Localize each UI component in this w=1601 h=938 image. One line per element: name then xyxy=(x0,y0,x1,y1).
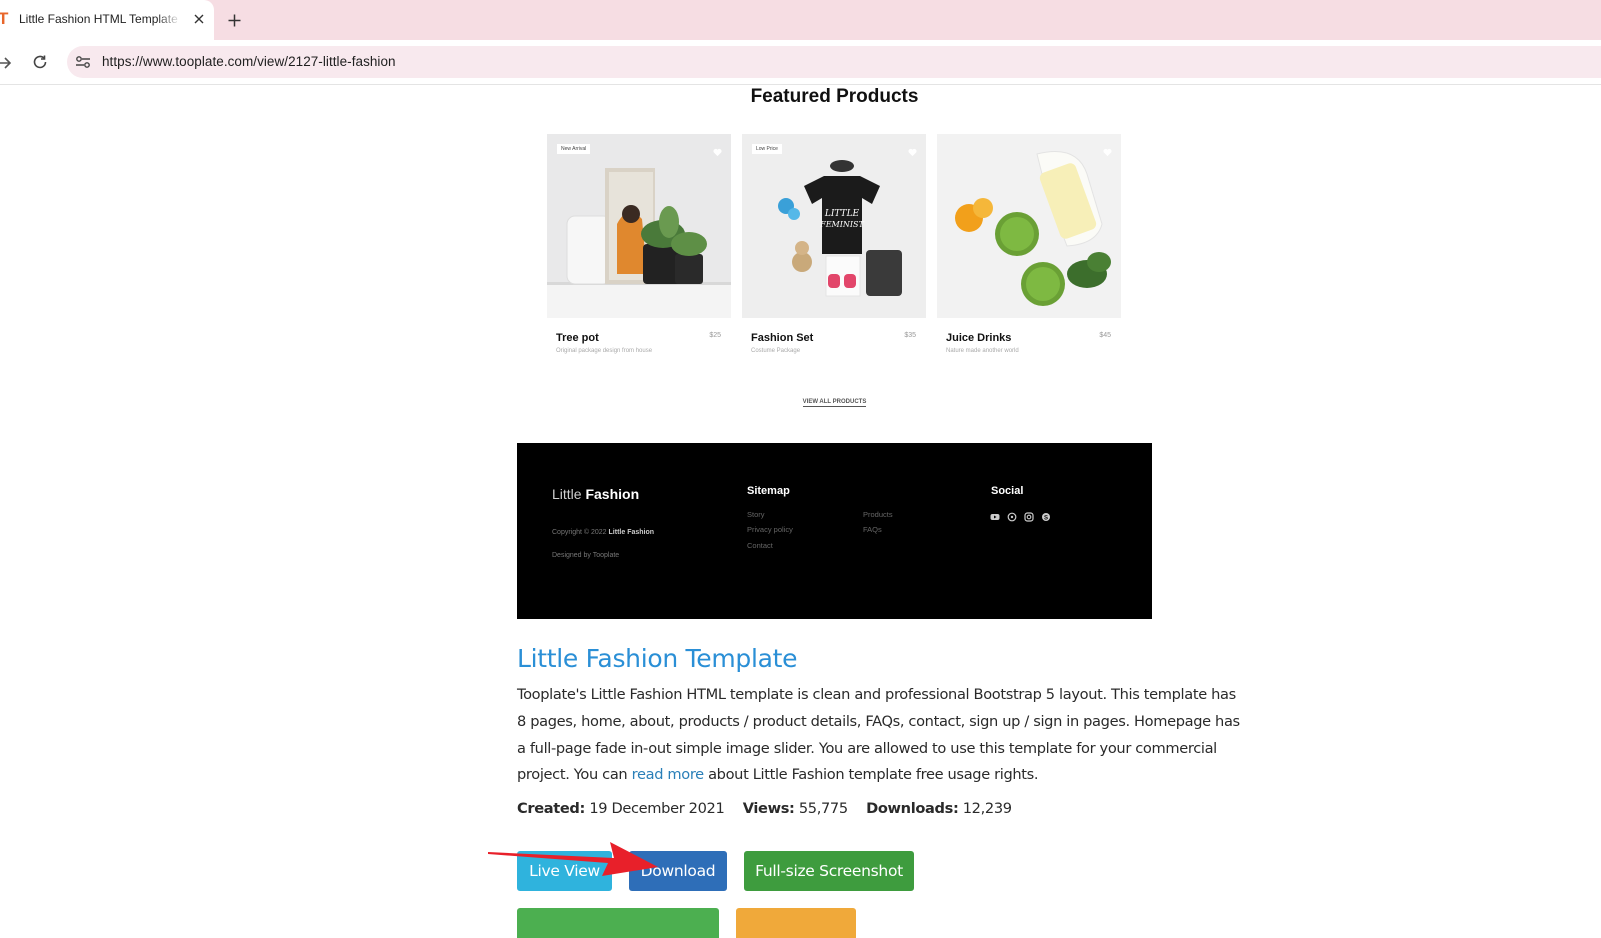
footer-link-story[interactable]: Story xyxy=(747,510,765,519)
product-image-juice-drinks[interactable] xyxy=(937,134,1121,318)
product-price: $35 xyxy=(904,332,916,339)
product-name[interactable]: Fashion Set xyxy=(751,332,813,344)
footer-copyright-text: Copyright © 2022 xyxy=(552,529,607,536)
forward-arrow-icon[interactable] xyxy=(0,53,14,73)
svg-text:S: S xyxy=(1044,515,1048,521)
footer-copyright-brand: Little Fashion xyxy=(608,529,655,536)
footer-designed-by: Designed by Tooplate xyxy=(552,552,620,559)
heart-icon[interactable] xyxy=(713,144,722,157)
stat-downloads: Downloads: 12,239 xyxy=(866,800,1012,817)
stat-downloads-label: Downloads: xyxy=(866,800,959,817)
view-all-products-link[interactable]: VIEW ALL PRODUCTS xyxy=(517,390,1152,408)
heart-icon[interactable] xyxy=(1103,144,1112,157)
stat-downloads-value: 12,239 xyxy=(962,800,1012,817)
reload-icon[interactable] xyxy=(30,52,50,72)
svg-text:LITTLE: LITTLE xyxy=(824,209,860,219)
footer-brand[interactable]: Little Fashion xyxy=(552,486,639,502)
stat-views: Views: 55,775 xyxy=(743,800,848,817)
footer-copyright: Copyright © 2022 Little Fashion xyxy=(552,529,654,536)
stat-created-label: Created: xyxy=(517,800,586,817)
full-size-screenshot-button[interactable]: Full-size Screenshot xyxy=(744,851,914,891)
youtube-icon[interactable] xyxy=(990,509,1000,520)
template-desc-text-end: about Little Fashion template free usage… xyxy=(703,766,1039,784)
footer-social-title: Social xyxy=(991,485,1024,497)
featured-products-title: Featured Products xyxy=(750,86,919,107)
annotation-arrow-icon xyxy=(488,842,658,876)
instagram-icon[interactable] xyxy=(1024,509,1034,522)
skype-icon[interactable]: S xyxy=(1041,509,1051,521)
template-stats: Created: 19 December 2021 Views: 55,775 … xyxy=(517,800,1026,817)
product-image-fashion-set[interactable]: LITTLE FEMINIST Low Price xyxy=(742,134,926,318)
browser-tab[interactable]: T Little Fashion HTML Template by Toopla… xyxy=(0,0,214,40)
footer-link-faqs[interactable]: FAQs xyxy=(863,525,882,534)
product-card-tree-pot[interactable]: New Arrival Tree pot $25 Original packag… xyxy=(547,134,731,364)
heart-icon[interactable] xyxy=(908,144,917,157)
site-info-tune-icon[interactable] xyxy=(74,53,92,71)
product-price: $25 xyxy=(709,332,721,339)
stat-created: Created: 19 December 2021 xyxy=(517,800,725,817)
footer-sitemap-title: Sitemap xyxy=(747,485,790,497)
product-price: $45 xyxy=(1099,332,1111,339)
tab-title: Little Fashion HTML Template by Tooplate xyxy=(19,12,181,26)
product-desc: Nature made another world xyxy=(946,348,1019,354)
view-all-products-label[interactable]: VIEW ALL PRODUCTS xyxy=(802,399,867,407)
footer-link-contact[interactable]: Contact xyxy=(747,541,773,550)
product-desc: Costume Package xyxy=(751,348,801,354)
svg-text:FEMINIST: FEMINIST xyxy=(819,220,864,229)
product-name[interactable]: Tree pot xyxy=(556,332,599,344)
read-more-link[interactable]: read more xyxy=(632,766,705,783)
product-badge: Low Price xyxy=(752,144,782,154)
product-desc: Original package design from house xyxy=(556,348,653,354)
tooplate-favicon-icon: T xyxy=(0,9,9,28)
url-text[interactable]: https://www.tooplate.com/view/2127-littl… xyxy=(102,54,396,69)
product-card-fashion-set[interactable]: LITTLE FEMINIST Low Price Fashion Set $3… xyxy=(742,134,926,364)
stat-views-label: Views: xyxy=(742,800,795,817)
stat-views-value: 55,775 xyxy=(798,800,848,817)
product-badge: New Arrival xyxy=(557,144,591,154)
footer-link-products[interactable]: Products xyxy=(863,510,893,519)
tab-strip: T Little Fashion HTML Template by Toopla… xyxy=(0,0,1601,40)
product-name[interactable]: Juice Drinks xyxy=(946,332,1011,344)
stat-created-value: 19 December 2021 xyxy=(589,800,725,817)
product-card-juice-drinks[interactable]: Juice Drinks $45 Nature made another wor… xyxy=(937,134,1121,364)
orange-button-partial[interactable] xyxy=(736,908,856,938)
new-tab-plus-icon[interactable] xyxy=(224,10,244,30)
close-icon[interactable] xyxy=(190,10,208,28)
green-button-partial[interactable] xyxy=(517,908,719,938)
footer-brand-light: Little xyxy=(552,486,582,502)
template-title: Little Fashion Template xyxy=(517,644,798,673)
product-image-tree-pot[interactable]: New Arrival xyxy=(547,134,731,318)
template-description: Tooplate's Little Fashion HTML template … xyxy=(517,682,1247,789)
footer-link-privacy[interactable]: Privacy policy xyxy=(747,525,793,534)
footer-brand-bold: Fashion xyxy=(585,486,640,502)
footer-preview: Little Fashion Copyright © 2022 Little F… xyxy=(517,443,1152,619)
address-bar[interactable]: https://www.tooplate.com/view/2127-littl… xyxy=(67,46,1601,78)
whatsapp-icon[interactable] xyxy=(1007,509,1017,522)
browser-toolbar: https://www.tooplate.com/view/2127-littl… xyxy=(0,40,1601,85)
